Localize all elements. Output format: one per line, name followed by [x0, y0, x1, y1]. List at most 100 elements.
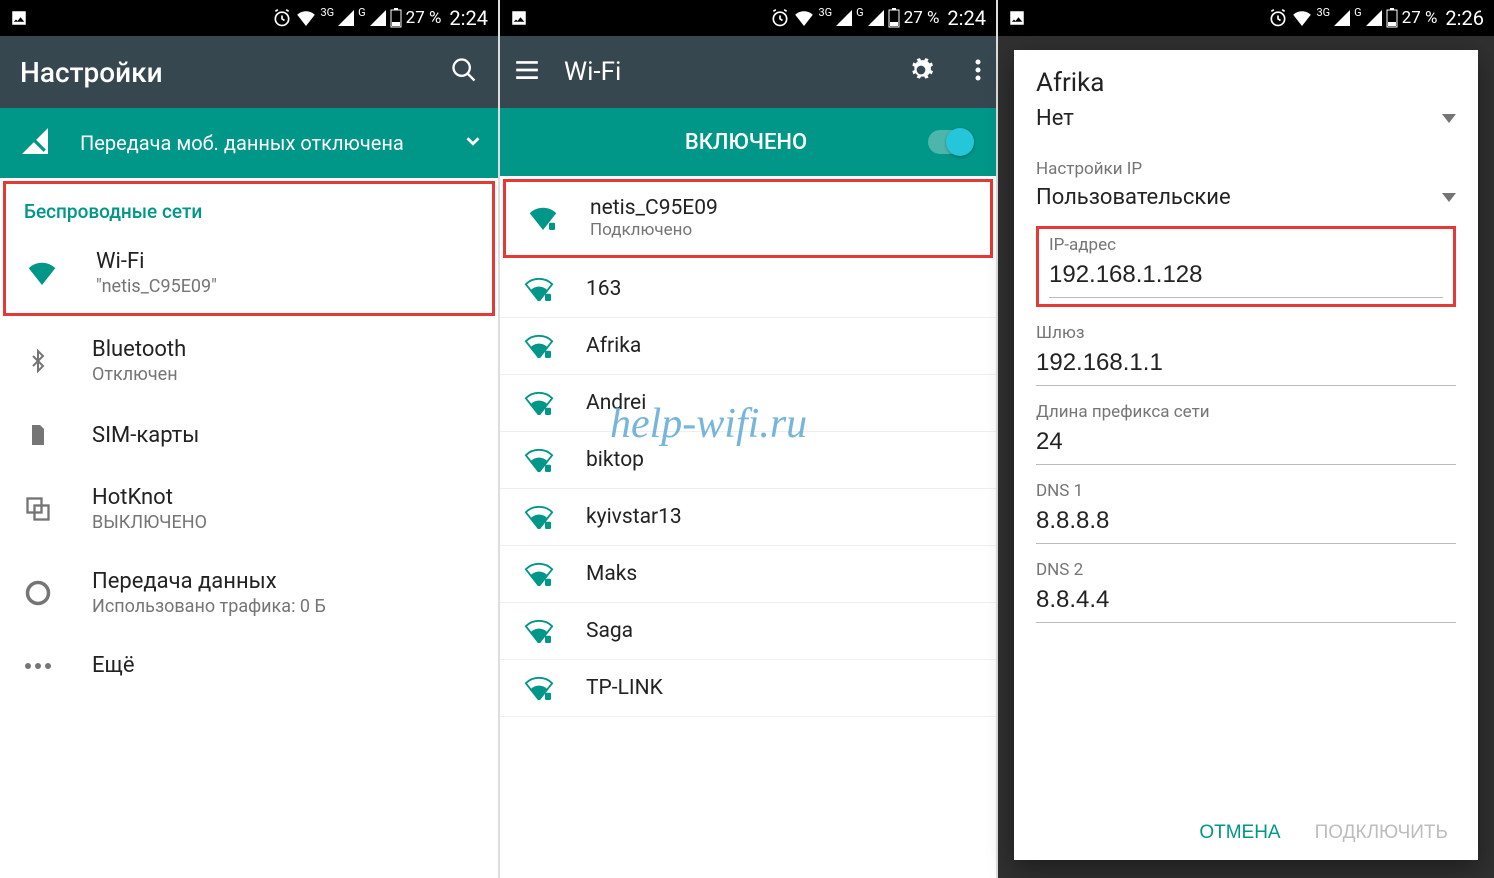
wifi-signal-icon — [520, 562, 558, 586]
chevron-down-icon[interactable] — [462, 130, 484, 156]
sim-title: SIM-карты — [92, 423, 199, 448]
gateway-input[interactable] — [1036, 343, 1456, 386]
net-3g-label: 3G — [320, 6, 334, 19]
battery-pct: 27 % — [1402, 8, 1438, 28]
data-usage-icon — [20, 579, 56, 607]
network-row[interactable]: biktop — [500, 432, 996, 489]
gateway-label: Шлюз — [1036, 323, 1456, 343]
hotknot-row[interactable]: HotKnot ВЫКЛЮЧЕНО — [0, 467, 498, 551]
alarm-icon — [770, 8, 790, 28]
ip-input[interactable] — [1049, 255, 1443, 298]
overflow-icon[interactable] — [974, 58, 982, 86]
data-title: Передача данных — [92, 569, 326, 594]
ip-mode-dropdown[interactable]: Пользовательские — [1036, 179, 1456, 216]
proxy-dropdown[interactable]: Нет — [1036, 100, 1456, 137]
network-row[interactable]: netis_C95E09 Подключено — [504, 180, 992, 257]
network-row[interactable]: Maks — [500, 546, 996, 603]
battery-pct: 27 % — [406, 8, 442, 28]
wireless-section-header: Беспроводные сети — [4, 182, 494, 231]
cancel-button[interactable]: ОТМЕНА — [1199, 822, 1280, 844]
network-name: Maks — [586, 562, 637, 586]
battery-pct: 27 % — [904, 8, 940, 28]
wifi-icon — [794, 10, 814, 26]
gear-icon[interactable] — [908, 57, 934, 87]
menu-icon[interactable] — [514, 60, 540, 84]
wifi-toggle-switch[interactable] — [928, 130, 972, 154]
dns2-input[interactable] — [1036, 580, 1456, 623]
network-name: Andrei — [586, 391, 646, 415]
hotknot-sub: ВЫКЛЮЧЕНО — [92, 512, 207, 533]
network-name: biktop — [586, 448, 644, 472]
data-sub: Использовано трафика: 0 Б — [92, 596, 326, 617]
network-name: TP-LINK — [586, 676, 663, 700]
wifi-signal-icon — [520, 448, 558, 472]
wifi-signal-icon — [520, 334, 558, 358]
signal2-icon — [868, 10, 884, 26]
wifi-signal-icon — [520, 277, 558, 301]
wifi-signal-icon — [520, 391, 558, 415]
more-row[interactable]: Ещё — [0, 635, 498, 696]
net-g-label: G — [1354, 6, 1362, 19]
network-name: kyivstar13 — [586, 505, 682, 529]
network-name: Saga — [586, 619, 633, 643]
wifi-row-icon — [24, 261, 60, 285]
prefix-input[interactable] — [1036, 422, 1456, 465]
connect-button[interactable]: ПОДКЛЮЧИТЬ — [1315, 822, 1448, 844]
wifi-icon — [1292, 10, 1312, 26]
status-bar-3: 3G G 27 % 2:26 — [998, 0, 1494, 36]
dialog-title: Afrika — [1036, 68, 1456, 98]
network-row[interactable]: Afrika — [500, 318, 996, 375]
alarm-icon — [1268, 8, 1288, 28]
ip-settings-label: Настройки IP — [1036, 159, 1456, 179]
net-g-label: G — [358, 6, 366, 19]
wifi-appbar: Wi-Fi — [500, 36, 996, 108]
sim-row[interactable]: SIM-карты — [0, 403, 498, 467]
wifi-title: Wi-Fi — [96, 249, 217, 274]
settings-appbar: Настройки — [0, 36, 498, 108]
dns1-input[interactable] — [1036, 501, 1456, 544]
data-usage-row[interactable]: Передача данных Использовано трафика: 0 … — [0, 551, 498, 635]
more-icon — [20, 662, 56, 670]
bluetooth-row[interactable]: Bluetooth Отключен — [0, 319, 498, 403]
dropdown-arrow-icon — [1442, 193, 1456, 202]
signal2-icon — [1366, 10, 1382, 26]
highlight-box-ip: IP-адрес — [1036, 226, 1456, 307]
ip-label: IP-адрес — [1049, 235, 1443, 255]
wifi-icon — [296, 10, 316, 26]
wifi-enabled-label: ВКЛЮЧЕНО — [564, 130, 928, 155]
network-row[interactable]: 163 — [500, 261, 996, 318]
highlight-box-1: Беспроводные сети Wi-Fi "netis_C95E09" — [4, 182, 494, 315]
network-status: Подключено — [590, 220, 718, 240]
network-row[interactable]: kyivstar13 — [500, 489, 996, 546]
signal-icon — [836, 10, 852, 26]
signal-icon — [338, 10, 354, 26]
picture-icon — [10, 9, 28, 27]
network-row[interactable]: Andrei — [500, 375, 996, 432]
signal-icon — [1334, 10, 1350, 26]
ip-mode-value: Пользовательские — [1036, 185, 1231, 210]
dialog-actions: ОТМЕНА ПОДКЛЮЧИТЬ — [1036, 808, 1456, 850]
wifi-row[interactable]: Wi-Fi "netis_C95E09" — [4, 231, 494, 315]
battery-icon — [1386, 8, 1398, 28]
network-row[interactable]: Saga — [500, 603, 996, 660]
network-row[interactable]: TP-LINK — [500, 660, 996, 717]
mobile-data-banner[interactable]: Передача моб. данных отключена — [0, 108, 498, 178]
picture-icon — [510, 9, 528, 27]
hotknot-icon — [20, 495, 56, 523]
status-time: 2:24 — [947, 6, 986, 30]
status-bar: 3G G 27 % 2:24 — [0, 0, 498, 36]
network-name: netis_C95E09 — [590, 196, 718, 220]
network-name: Afrika — [586, 334, 641, 358]
wifi-signal-icon — [524, 206, 562, 230]
dropdown-arrow-icon — [1442, 114, 1456, 123]
bt-sub: Отключен — [92, 364, 186, 385]
sim-icon — [20, 421, 56, 449]
net-3g-label: 3G — [1316, 6, 1330, 19]
signal2-icon — [370, 10, 386, 26]
status-time: 2:26 — [1445, 6, 1484, 30]
search-icon[interactable] — [450, 56, 478, 88]
dns2-label: DNS 2 — [1036, 560, 1456, 580]
status-time: 2:24 — [449, 6, 488, 30]
no-data-icon — [22, 128, 48, 158]
prefix-label: Длина префикса сети — [1036, 402, 1456, 422]
